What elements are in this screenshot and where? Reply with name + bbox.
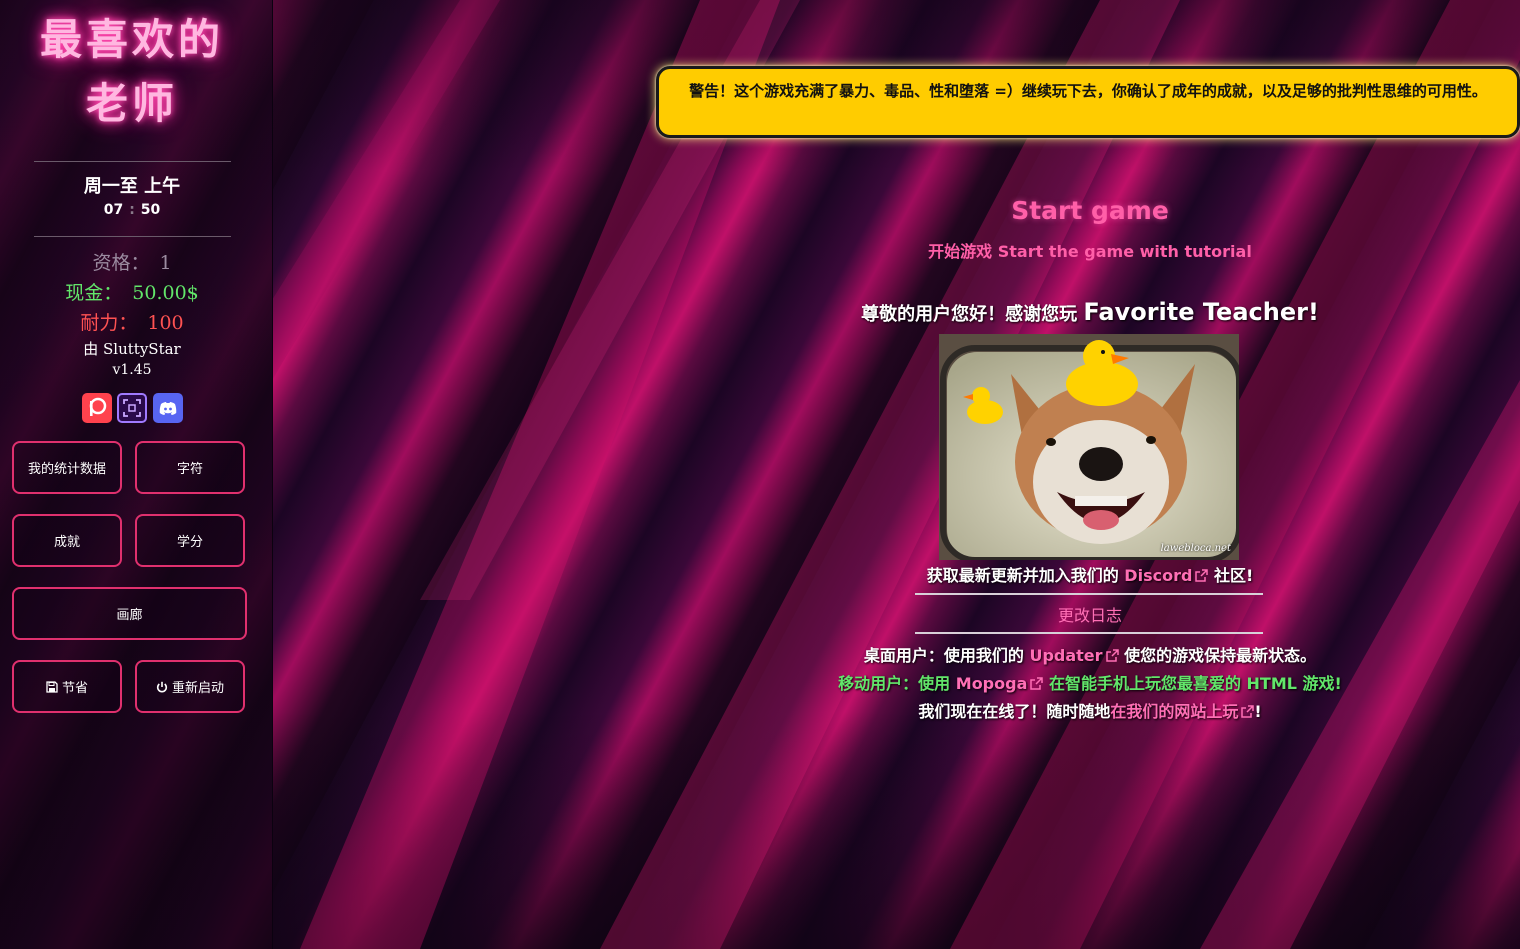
updater-link[interactable]: Updater	[1029, 646, 1102, 665]
clock: 07:50	[0, 202, 264, 218]
button-label: 我的统计数据	[27, 462, 106, 477]
sidebar: 最喜欢的老师 周一至 上午 07:50 资格： 1 现金： 50.00$ 耐力： 10…	[0, 0, 273, 949]
welcome-message: 尊敬的用户您好！感谢您玩 Favorite Teacher!	[660, 298, 1520, 326]
desktop-users-line: 桌面用户：使用我们的 Updater 使您的游戏保持最新状态。	[660, 642, 1520, 666]
achievements-button[interactable]: 成就	[12, 514, 122, 567]
stat-cash: 现金： 50.00$	[0, 278, 264, 305]
power-icon	[156, 681, 168, 693]
welcome-photo: lawebloca.net	[939, 334, 1242, 563]
divider	[915, 593, 1263, 595]
mobile-text-end: 在智能手机上玩您最喜爱的 HTML 游戏!	[1048, 674, 1342, 693]
divider	[34, 161, 231, 162]
clock-separator: :	[129, 202, 135, 218]
external-link-icon	[1241, 703, 1255, 718]
stat-label: 耐力：	[80, 312, 138, 334]
clock-hour: 07	[103, 202, 124, 218]
game-name: Favorite Teacher!	[1083, 298, 1319, 326]
start-tutorial-link[interactable]: 开始游戏 Start the game with tutorial	[660, 238, 1520, 262]
floppy-icon	[46, 680, 58, 693]
stat-label: 资格：	[92, 252, 150, 274]
external-link-icon	[1105, 647, 1119, 662]
my-stats-button[interactable]: 我的统计数据	[12, 441, 122, 494]
button-label: 节省	[61, 681, 88, 696]
day-label: 周一至 上午	[83, 176, 181, 197]
button-label: 画廊	[116, 608, 143, 623]
button-label: 重新启动	[171, 681, 224, 696]
welcome-text: 尊敬的用户您好！感谢您玩	[861, 304, 1078, 325]
desktop-text: 桌面用户：使用我们的	[863, 646, 1024, 665]
adult-content-warning: 警告！这个游戏充满了暴力、毒品、性和堕落 =）继续玩下去，你确认了成年的成就，以…	[656, 66, 1520, 138]
external-link-icon	[1030, 675, 1044, 690]
discord-link[interactable]: Discord	[1124, 566, 1192, 585]
online-text: 我们现在在线了！随时随地	[918, 702, 1111, 721]
itch-icon[interactable]	[117, 393, 147, 423]
button-label: 字符	[176, 462, 203, 477]
divider	[915, 632, 1263, 634]
discord-text-end: 社区!	[1213, 566, 1254, 585]
stat-label: 现金：	[65, 282, 123, 304]
mobile-users-line: 移动用户：使用 Mopoga 在智能手机上玩您最喜爱的 HTML 游戏!	[660, 670, 1520, 694]
gallery-button[interactable]: 画廊	[12, 587, 247, 640]
stat-value: 100	[147, 312, 184, 334]
characters-button[interactable]: 字符	[135, 441, 245, 494]
restart-button[interactable]: 重新启动	[135, 660, 245, 713]
stat-qualification: 资格： 1	[0, 248, 264, 275]
online-text-end: !	[1254, 702, 1262, 721]
online-line: 我们现在在线了！随时随地在我们的网站上玩!	[660, 698, 1520, 722]
website-link[interactable]: 在我们的网站上玩	[1110, 702, 1238, 721]
desktop-text-end: 使您的游戏保持最新状态。	[1124, 646, 1317, 665]
save-button[interactable]: 节省	[12, 660, 122, 713]
discord-icon[interactable]	[153, 393, 183, 423]
discord-text: 获取最新更新并加入我们的	[926, 566, 1119, 585]
button-label: 学分	[176, 535, 203, 550]
game-title: 最喜欢的老师	[39, 15, 224, 128]
stat-value: 50.00$	[132, 282, 199, 304]
stat-value: 1	[159, 252, 172, 274]
start-game-link[interactable]: Start game	[660, 196, 1520, 225]
external-link-icon	[1195, 567, 1209, 582]
photo-watermark: lawebloca.net	[1160, 543, 1231, 554]
divider	[34, 236, 231, 237]
mopoga-link[interactable]: Mopoga	[956, 674, 1028, 693]
patreon-icon[interactable]	[82, 393, 112, 423]
version-label: v1.45	[112, 362, 152, 378]
credits-button[interactable]: 学分	[135, 514, 245, 567]
clock-minute: 50	[140, 202, 161, 218]
button-label: 成就	[53, 535, 80, 550]
author-credit: 由 SluttyStar	[83, 340, 181, 358]
stat-stamina: 耐力： 100	[0, 308, 264, 335]
mobile-text: 移动用户：使用	[838, 674, 951, 693]
discord-line: 获取最新更新并加入我们的 Discord 社区!	[660, 562, 1520, 586]
changelog-link[interactable]: 更改日志	[660, 602, 1520, 626]
